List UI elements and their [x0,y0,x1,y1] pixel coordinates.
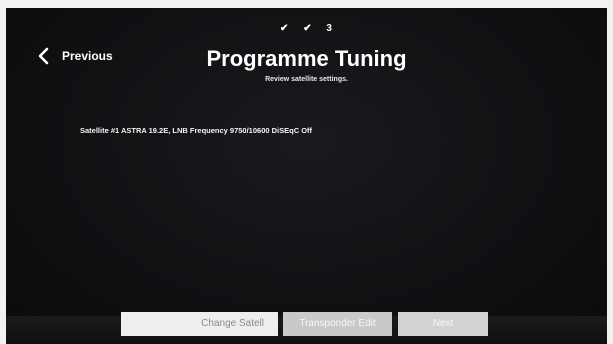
step-1-check-icon: ✔ [280,23,290,34]
step-3-number: 3 [326,23,333,34]
step-2-check-icon: ✔ [303,23,313,34]
tv-screen: ✔ ✔ 3 Previous Programme Tuning Review s… [6,8,607,344]
transponder-edit-button[interactable]: Transponder Edit [283,312,392,336]
page-subtitle: Review satellite settings. [265,76,348,83]
step-indicator: ✔ ✔ 3 [6,23,607,34]
change-satellite-button[interactable]: Change Satell [121,312,278,336]
satellite-settings-text: Satellite #1 ASTRA 19.2E, LNB Frequency … [80,126,313,135]
page-title: Programme Tuning [206,46,407,71]
next-button[interactable]: Next [398,312,488,336]
